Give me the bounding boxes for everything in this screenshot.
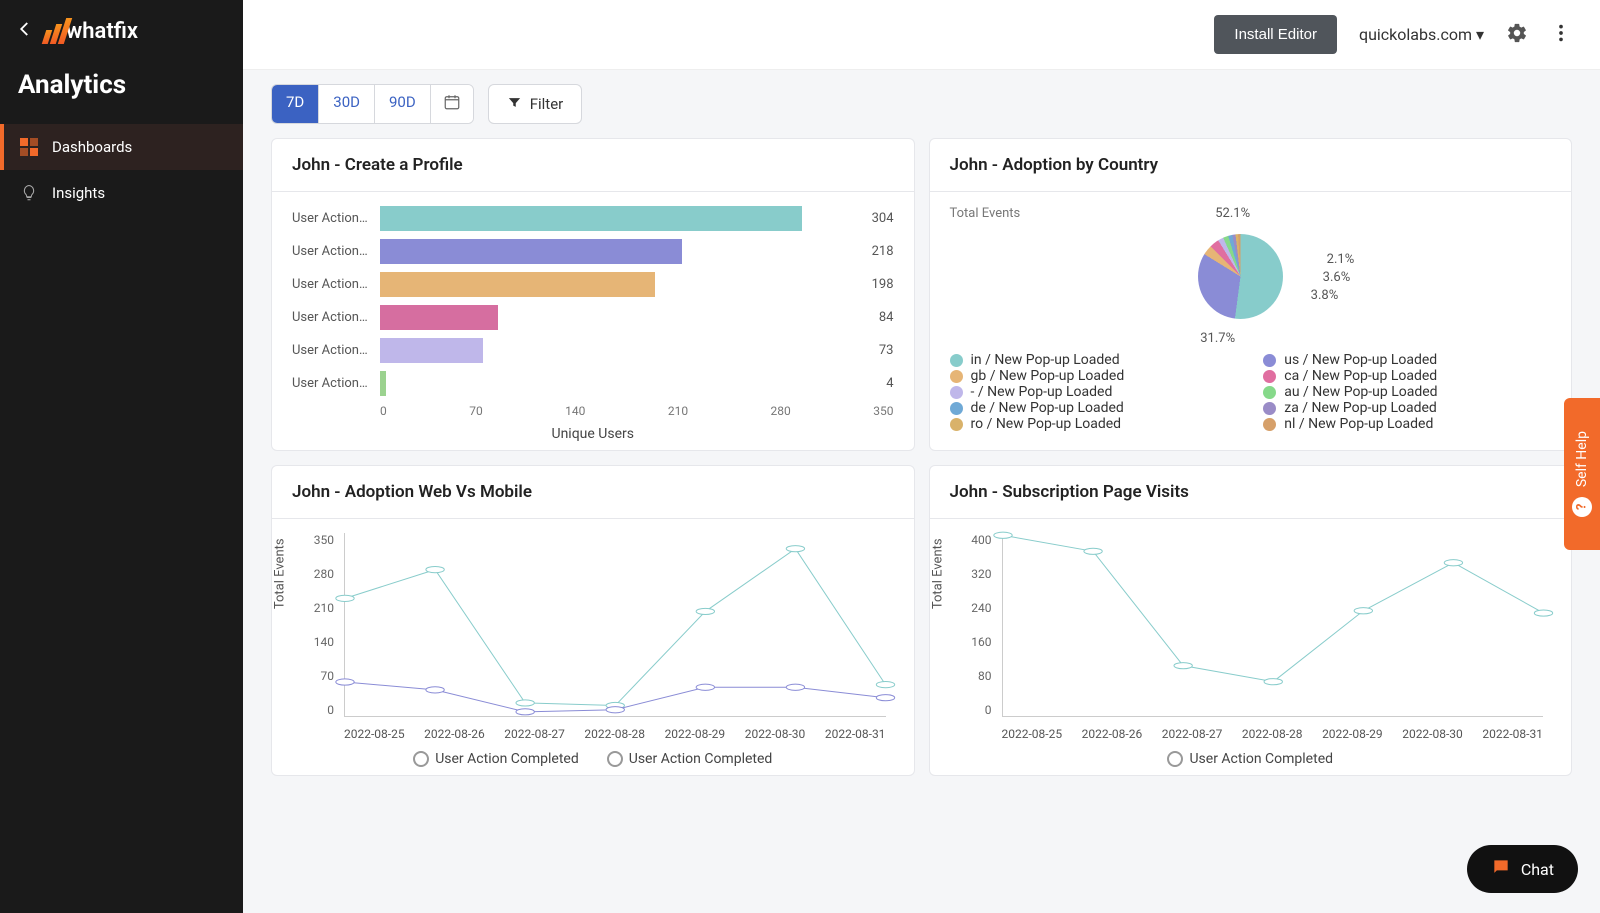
pie-side-label: Total Events xyxy=(950,206,1021,221)
bar-x-axis: 070140210280350 xyxy=(292,404,894,418)
toolbar: 7D 30D 90D Filter xyxy=(271,84,1572,124)
bar-category: User Action… xyxy=(292,310,380,325)
kebab-menu-button[interactable] xyxy=(1550,22,1572,48)
legend-item: nl / New Pop-up Loaded xyxy=(1263,416,1551,432)
legend-item: us / New Pop-up Loaded xyxy=(1263,352,1551,368)
domain-label: quickolabs.com xyxy=(1359,25,1472,44)
legend-item: User Action Completed xyxy=(1167,751,1333,767)
line-legend: User Action Completed xyxy=(950,751,1552,767)
pie-slice-label: 52.1% xyxy=(1215,206,1250,221)
sidebar-top: whatfix xyxy=(0,0,243,56)
legend-item: User Action Completed xyxy=(413,751,579,767)
domain-dropdown[interactable]: quickolabs.com ▾ xyxy=(1359,25,1484,44)
bar-category: User Action… xyxy=(292,343,380,358)
legend-item: - / New Pop-up Loaded xyxy=(950,384,1238,400)
legend-swatch-icon xyxy=(1263,386,1276,399)
pie-chart: 52.1% 2.1% 3.6% 3.8% 31.7% xyxy=(1040,206,1400,346)
legend-item: de / New Pop-up Loaded xyxy=(950,400,1238,416)
chat-button[interactable]: Chat xyxy=(1467,845,1578,893)
bar-category: User Action… xyxy=(292,277,380,292)
brand-logo: whatfix xyxy=(44,18,138,44)
legend-swatch-icon xyxy=(950,402,963,415)
sidebar-item-dashboards[interactable]: Dashboards xyxy=(0,124,243,170)
page-title: Analytics xyxy=(0,56,243,124)
legend-swatch-icon xyxy=(1263,402,1276,415)
legend-item: User Action Completed xyxy=(607,751,773,767)
sidebar: whatfix Analytics Dashboards Insights xyxy=(0,0,243,913)
card-create-profile: John - Create a Profile User Action…304U… xyxy=(271,138,915,451)
card-adoption-country: John - Adoption by Country Total Events … xyxy=(929,138,1573,451)
bar-value: 84 xyxy=(879,310,894,325)
calendar-picker-button[interactable] xyxy=(431,85,473,123)
calendar-icon xyxy=(443,93,461,115)
settings-button[interactable] xyxy=(1506,22,1528,48)
bar-value: 218 xyxy=(872,244,894,259)
y-axis-label: Total Events xyxy=(273,538,288,609)
bar-category: User Action… xyxy=(292,376,380,391)
legend-item: au / New Pop-up Loaded xyxy=(1263,384,1551,400)
card-title: John - Adoption Web Vs Mobile xyxy=(272,466,914,519)
self-help-tab[interactable]: Self Help ? xyxy=(1564,398,1600,550)
logo-stripes-icon xyxy=(44,18,68,44)
help-icon: ? xyxy=(1572,497,1592,517)
legend-item: in / New Pop-up Loaded xyxy=(950,352,1238,368)
pie-slice-label: 3.6% xyxy=(1323,270,1351,285)
pie-slice-label: 3.8% xyxy=(1311,288,1339,303)
filter-label: Filter xyxy=(530,95,564,113)
bar-chart: User Action… 304 User Action… 218 User Actio… xyxy=(292,206,894,396)
bar-category: User Action… xyxy=(292,244,380,259)
pie-slice-label: 31.7% xyxy=(1200,331,1235,346)
legend-swatch-icon xyxy=(1263,354,1276,367)
legend-item: ro / New Pop-up Loaded xyxy=(950,416,1238,432)
card-title: John - Subscription Page Visits xyxy=(930,466,1572,519)
card-title: John - Create a Profile xyxy=(272,139,914,192)
back-button[interactable] xyxy=(16,19,34,44)
legend-item: za / New Pop-up Loaded xyxy=(1263,400,1551,416)
card-adoption-web-mobile: John - Adoption Web Vs Mobile Total Even… xyxy=(271,465,915,776)
bar-value: 73 xyxy=(879,343,894,358)
chat-icon xyxy=(1491,857,1511,881)
legend-swatch-icon xyxy=(950,418,963,431)
range-90d[interactable]: 90D xyxy=(375,85,431,123)
bulb-icon xyxy=(20,184,38,202)
bar-value: 198 xyxy=(872,277,894,292)
range-7d[interactable]: 7D xyxy=(272,85,319,123)
legend-swatch-icon xyxy=(950,354,963,367)
pie-slice-label: 2.1% xyxy=(1327,252,1355,267)
filter-icon xyxy=(507,95,522,114)
filter-button[interactable]: Filter xyxy=(488,84,583,124)
bar-category: User Action… xyxy=(292,211,380,226)
legend-swatch-icon xyxy=(1263,370,1276,383)
card-title: John - Adoption by Country xyxy=(930,139,1572,192)
topbar: Install Editor quickolabs.com ▾ xyxy=(243,0,1600,70)
pie-legend: in / New Pop-up Loaded us / New Pop-up Lo… xyxy=(950,352,1552,432)
line-chart: Total Events 350280210140700 2022-08-252… xyxy=(292,533,894,741)
install-editor-button[interactable]: Install Editor xyxy=(1214,15,1337,54)
y-axis-label: Total Events xyxy=(930,538,945,609)
legend-swatch-icon xyxy=(950,370,963,383)
chat-label: Chat xyxy=(1521,860,1554,879)
range-30d[interactable]: 30D xyxy=(319,85,375,123)
legend-swatch-icon xyxy=(1263,418,1276,431)
legend-swatch-icon xyxy=(950,386,963,399)
card-subscription-visits: John - Subscription Page Visits Total Ev… xyxy=(929,465,1573,776)
sidebar-item-insights[interactable]: Insights xyxy=(0,170,243,216)
date-range-group: 7D 30D 90D xyxy=(271,84,474,124)
legend-item: gb / New Pop-up Loaded xyxy=(950,368,1238,384)
line-legend: User Action Completed User Action Comple… xyxy=(292,751,894,767)
bar-x-axis-label: Unique Users xyxy=(292,426,894,442)
sidebar-item-label: Insights xyxy=(52,184,105,202)
line-chart: Total Events 400320240160800 2022-08-252… xyxy=(950,533,1552,741)
chevron-down-icon: ▾ xyxy=(1476,25,1484,44)
sidebar-item-label: Dashboards xyxy=(52,138,132,156)
brand-text: whatfix xyxy=(66,19,138,44)
legend-item: ca / New Pop-up Loaded xyxy=(1263,368,1551,384)
bar-value: 304 xyxy=(872,211,894,226)
dashboard-icon xyxy=(20,138,38,156)
bar-value: 4 xyxy=(886,376,893,391)
self-help-label: Self Help xyxy=(1574,431,1590,487)
